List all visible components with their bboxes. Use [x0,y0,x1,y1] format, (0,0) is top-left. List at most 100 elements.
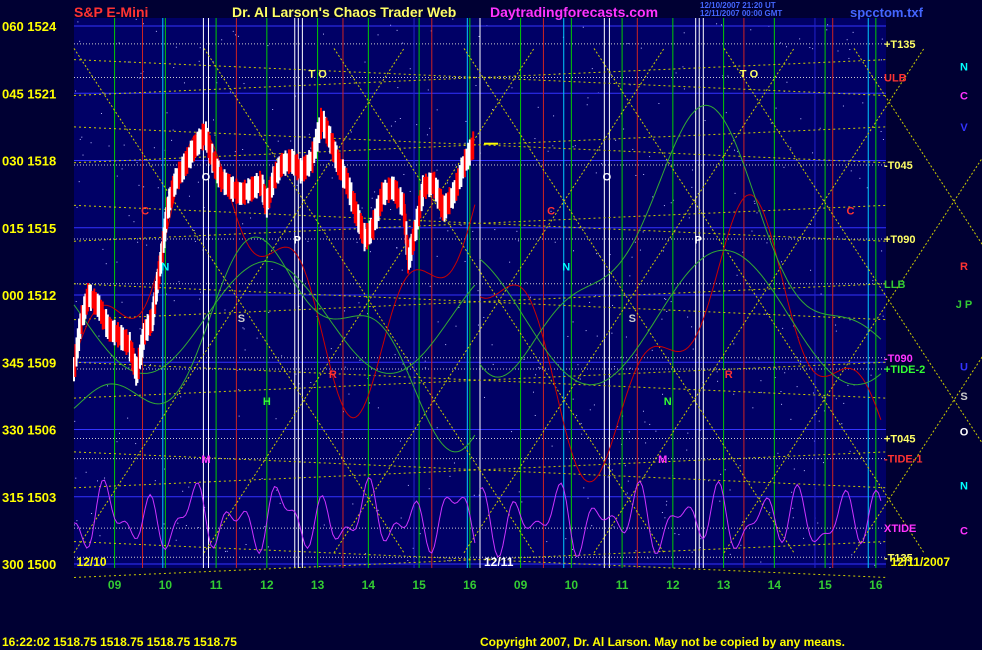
copyright-text: Copyright 2007, Dr. Al Larson. May not b… [480,635,845,649]
grid-dot [662,250,664,252]
grid-dot [277,140,279,142]
grid-dot [244,349,246,351]
grid-dot [437,321,439,323]
grid-dot [866,187,868,189]
grid-dot [847,384,849,386]
side-planet-label: V [960,122,968,134]
grid-dot [403,173,405,175]
grid-dot [591,68,593,70]
grid-dot [643,173,645,175]
grid-dot [157,187,159,189]
grid-dot [136,162,138,164]
grid-dot [880,131,882,133]
grid-dot [116,175,118,177]
harmonic-label: +T090 [884,234,916,246]
grid-dot [629,275,631,277]
grid-dot [624,465,626,467]
grid-dot [308,133,310,135]
grid-dot [75,477,77,479]
grid-dot [465,120,467,122]
grid-dot [516,230,518,232]
y-tick-label: 300 1500 [2,557,56,572]
grid-dot [733,343,735,345]
grid-dot [79,138,81,140]
grid-dot [675,72,677,74]
grid-dot [172,129,174,131]
grid-dot [664,517,666,519]
grid-dot [275,418,277,420]
grid-dot [661,318,663,320]
grid-dot [396,29,398,31]
grid-dot [769,512,771,514]
grid-dot [784,372,786,374]
day-label: 12/11/2007 [891,555,951,569]
grid-dot [402,363,404,365]
grid-dot [307,240,309,242]
grid-dot [655,430,657,432]
harmonic-label: +T135 [884,39,916,51]
grid-dot [455,325,457,327]
grid-dot [640,47,642,49]
grid-dot [178,281,180,283]
grid-dot [760,561,762,563]
grid-dot [760,391,762,393]
harmonic-label: -T090 [884,353,913,365]
planet-label: H [263,396,271,408]
grid-dot [436,169,438,171]
grid-dot [785,46,787,48]
grid-dot [596,335,598,337]
harmonic-label: +T045 [884,433,916,445]
grid-dot [613,526,615,528]
grid-dot [881,38,883,40]
grid-dot [447,560,449,562]
grid-dot [880,59,882,61]
grid-dot [583,487,585,489]
grid-dot [243,328,245,330]
harmonic-label: -T045 [884,160,913,172]
grid-dot [374,191,376,193]
grid-dot [350,131,352,133]
grid-dot [450,559,452,561]
grid-dot [586,104,588,106]
grid-dot [872,280,874,282]
grid-dot [688,217,690,219]
grid-dot [268,312,270,314]
grid-dot [447,230,449,232]
grid-dot [547,150,549,152]
grid-dot [232,30,234,32]
grid-dot [295,373,297,375]
grid-dot [104,477,106,479]
grid-dot [820,293,822,295]
grid-dot [846,39,848,41]
grid-dot [213,119,215,121]
grid-dot [812,152,814,154]
grid-dot [296,184,298,186]
harmonic-label: +TIDE-2 [884,364,925,376]
grid-dot [661,512,663,514]
grid-dot [644,421,646,423]
grid-dot [716,23,718,25]
grid-dot [565,538,567,540]
grid-dot [835,324,837,326]
grid-dot [402,42,404,44]
grid-dot [729,553,731,555]
grid-dot [683,88,685,90]
x-tick-label: 09 [108,578,122,592]
grid-dot [261,478,263,480]
grid-dot [678,534,680,536]
grid-dot [674,533,676,535]
grid-dot [416,124,418,126]
grid-dot [803,470,805,472]
grid-dot [601,163,603,165]
grid-dot [370,207,372,209]
grid-dot [737,151,739,153]
grid-dot [99,535,101,537]
grid-dot [595,172,597,174]
grid-dot [242,223,244,225]
grid-dot [449,475,451,477]
grid-dot [809,47,811,49]
grid-dot [116,261,118,263]
grid-dot [683,32,685,34]
grid-dot [625,336,627,338]
grid-dot [256,337,258,339]
